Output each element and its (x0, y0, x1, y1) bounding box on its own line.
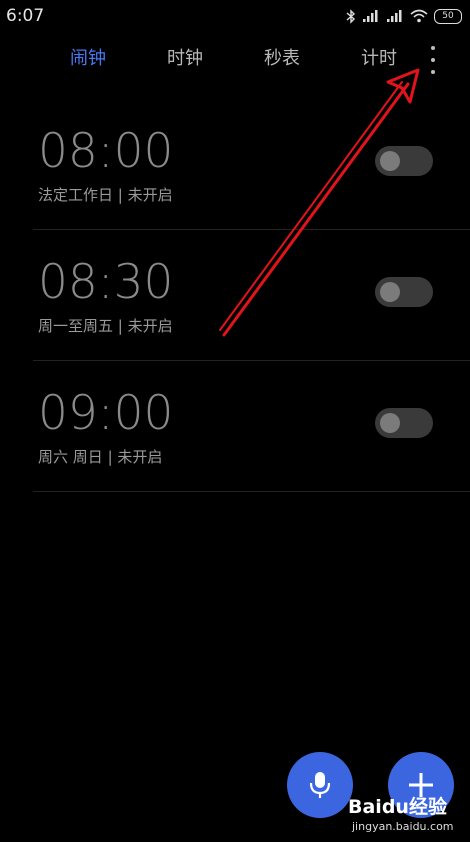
watermark-url: jingyan.baidu.com (352, 820, 454, 833)
tab-stopwatch[interactable]: 秒表 (264, 44, 300, 70)
more-dot (431, 58, 435, 62)
tab-alarm[interactable]: 闹钟 (70, 44, 106, 70)
signal-icon-2 (387, 10, 402, 22)
separator: | (107, 448, 118, 466)
tab-bar: 闹钟 时钟 秒表 计时 (0, 44, 470, 78)
more-dot (431, 46, 435, 50)
divider (33, 229, 470, 230)
alarm-status: 未开启 (127, 186, 173, 204)
alarm-repeat: 周六 周日 (38, 448, 103, 466)
alarm-status: 未开启 (127, 317, 173, 335)
alarm-status: 未开启 (117, 448, 163, 466)
alarm-toggle[interactable] (375, 146, 433, 176)
bluetooth-icon (346, 8, 356, 24)
alarm-subtitle: 法定工作日 | 未开启 (38, 184, 173, 205)
toggle-knob (380, 151, 400, 171)
status-icons: 50 (346, 8, 462, 24)
baidu-watermark: Baidu经验 jingyan.baidu.com (330, 792, 470, 842)
alarm-subtitle: 周六 周日 | 未开启 (38, 446, 162, 467)
alarm-repeat: 周一至周五 (38, 317, 114, 335)
battery-indicator: 50 (434, 8, 462, 24)
divider (33, 360, 470, 361)
toggle-knob (380, 282, 400, 302)
alarm-item[interactable]: 09:00 周六 周日 | 未开启 (33, 386, 470, 516)
separator: | (117, 317, 128, 335)
more-dot (431, 70, 435, 74)
status-time: 6:07 (6, 6, 45, 26)
watermark-title: Baidu经验 (348, 796, 447, 818)
wifi-icon (410, 9, 428, 23)
separator: | (117, 186, 128, 204)
alarm-item[interactable]: 08:30 周一至周五 | 未开启 (33, 255, 470, 385)
toggle-knob (380, 413, 400, 433)
alarm-time: 08:30 (38, 255, 174, 310)
alarm-time: 09:00 (38, 386, 174, 441)
alarm-toggle[interactable] (375, 277, 433, 307)
alarm-subtitle: 周一至周五 | 未开启 (38, 315, 173, 336)
divider (33, 491, 470, 492)
tab-timer[interactable]: 计时 (361, 44, 397, 70)
alarm-item[interactable]: 08:00 法定工作日 | 未开启 (33, 124, 470, 254)
alarm-repeat: 法定工作日 (38, 186, 114, 204)
more-options-button[interactable] (424, 46, 442, 74)
alarm-toggle[interactable] (375, 408, 433, 438)
tab-clock[interactable]: 时钟 (167, 44, 203, 70)
alarm-time: 08:00 (38, 124, 174, 179)
signal-icon (363, 10, 378, 22)
status-bar: 6:07 50 (0, 0, 470, 34)
